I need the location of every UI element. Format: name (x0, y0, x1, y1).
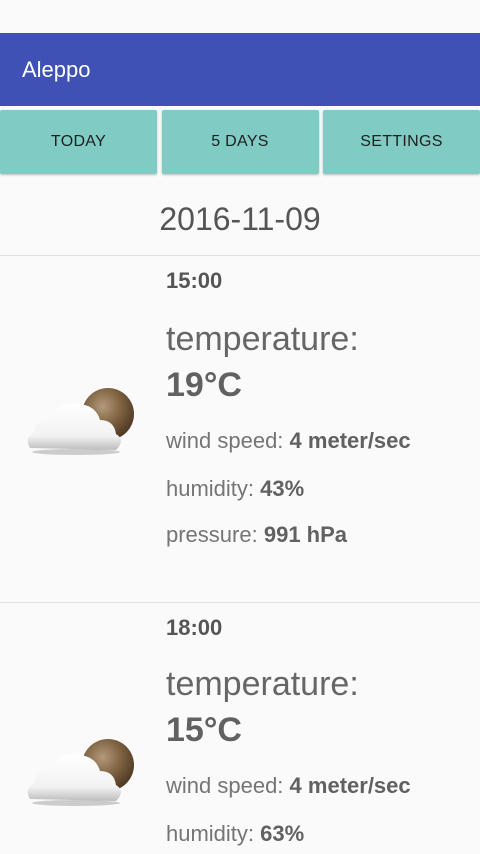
tab-5-days[interactable]: 5 DAYS (161, 110, 319, 174)
wind-speed-row: wind speed: 4 meter/sec (166, 428, 411, 454)
date-header: 2016-11-09 (159, 200, 321, 237)
humidity-row: humidity: 43% (166, 476, 304, 502)
wind-speed-label: wind speed: (166, 428, 284, 453)
pressure-row: pressure: 991 hPa (166, 522, 347, 548)
pressure-label: pressure: (166, 522, 258, 547)
wind-speed-value: 4 meter/sec (289, 428, 411, 453)
wind-speed-label: wind speed: (166, 773, 284, 798)
humidity-label: humidity: (166, 476, 255, 501)
app-bar: Aleppo (0, 33, 480, 106)
tab-settings[interactable]: SETTINGS (323, 110, 480, 174)
cloudy-night-icon (27, 739, 134, 806)
wind-speed-value: 4 meter/sec (289, 773, 411, 798)
humidity-value: 43% (260, 476, 305, 501)
temperature-value: 15°C (166, 711, 242, 749)
pressure-value: 991 hPa (263, 522, 348, 547)
cloudy-night-icon (27, 388, 134, 455)
status-bar (0, 0, 480, 33)
forecast-item: 18:00 temperature: 15°C wind speed: 4 me… (0, 603, 480, 854)
humidity-label: humidity: (166, 821, 255, 846)
forecast-item: 15:00 temperature: 19°C wind speed: 4 me… (0, 256, 480, 602)
temperature-label: temperature: (166, 665, 359, 703)
tab-today[interactable]: TODAY (0, 110, 157, 174)
forecast-time: 18:00 (166, 615, 223, 640)
forecast-time: 15:00 (166, 268, 223, 293)
tab-bar: TODAY 5 DAYS SETTINGS (0, 110, 480, 174)
app-title: Aleppo (22, 56, 91, 82)
temperature-label: temperature: (166, 320, 359, 358)
humidity-value: 63% (260, 821, 305, 846)
temperature-value: 19°C (166, 366, 242, 404)
humidity-row: humidity: 63% (166, 821, 304, 847)
wind-speed-row: wind speed: 4 meter/sec (166, 773, 411, 799)
